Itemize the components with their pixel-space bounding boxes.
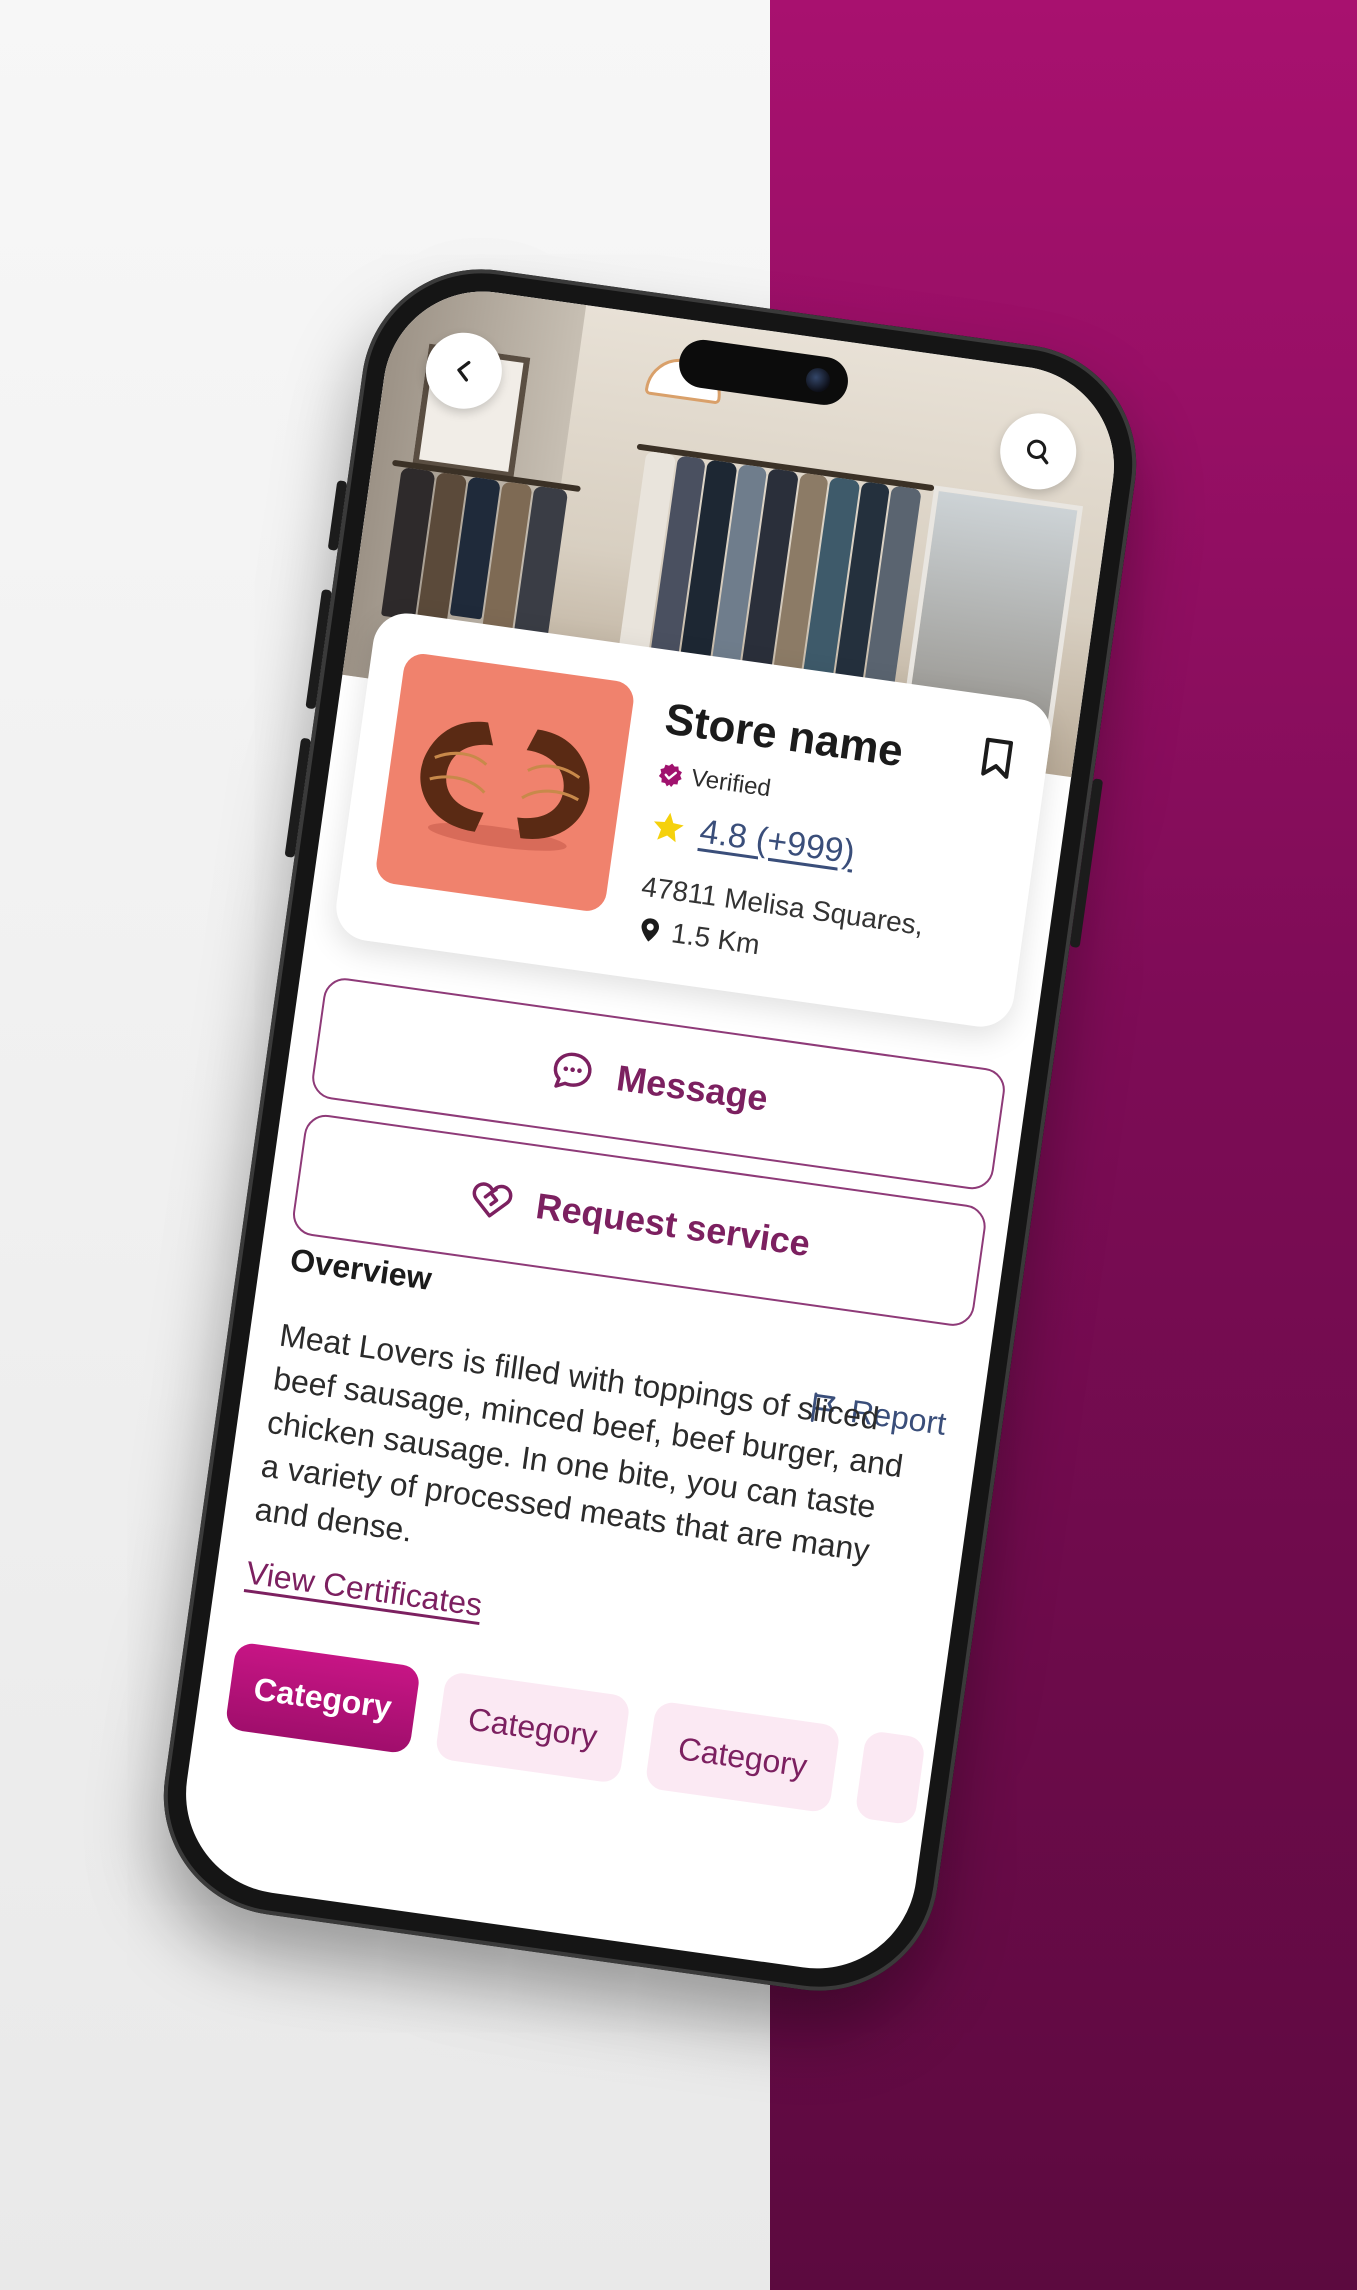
request-service-label: Request service (533, 1185, 813, 1265)
chat-bubble-icon (553, 1052, 592, 1088)
location-pin-icon (641, 918, 659, 942)
heart-handshake-icon (472, 1182, 513, 1218)
rating-value[interactable]: 4.8 (+999) (697, 812, 857, 872)
chevron-left-icon (457, 360, 471, 382)
star-icon (654, 812, 684, 842)
store-distance: 1.5 Km (634, 912, 762, 961)
store-logo (373, 651, 636, 914)
distance-value: 1.5 Km (669, 917, 762, 961)
verified-status: Verified (656, 760, 773, 804)
bookmark-icon (981, 737, 1014, 779)
category-chips: Category Category Category (224, 1641, 927, 1826)
category-chip[interactable]: Category (644, 1700, 841, 1814)
category-chip-partial[interactable] (854, 1729, 927, 1826)
verified-label: Verified (689, 764, 773, 803)
category-chip[interactable]: Category (434, 1670, 631, 1785)
category-chip-active[interactable]: Category (224, 1641, 421, 1755)
bookmark-button[interactable] (973, 734, 1019, 788)
view-certificates-link[interactable]: View Certificates (244, 1554, 484, 1624)
verified-badge-icon (658, 763, 682, 787)
search-icon (1026, 439, 1049, 465)
store-rating[interactable]: 4.8 (+999) (648, 805, 857, 872)
message-label: Message (614, 1057, 771, 1119)
